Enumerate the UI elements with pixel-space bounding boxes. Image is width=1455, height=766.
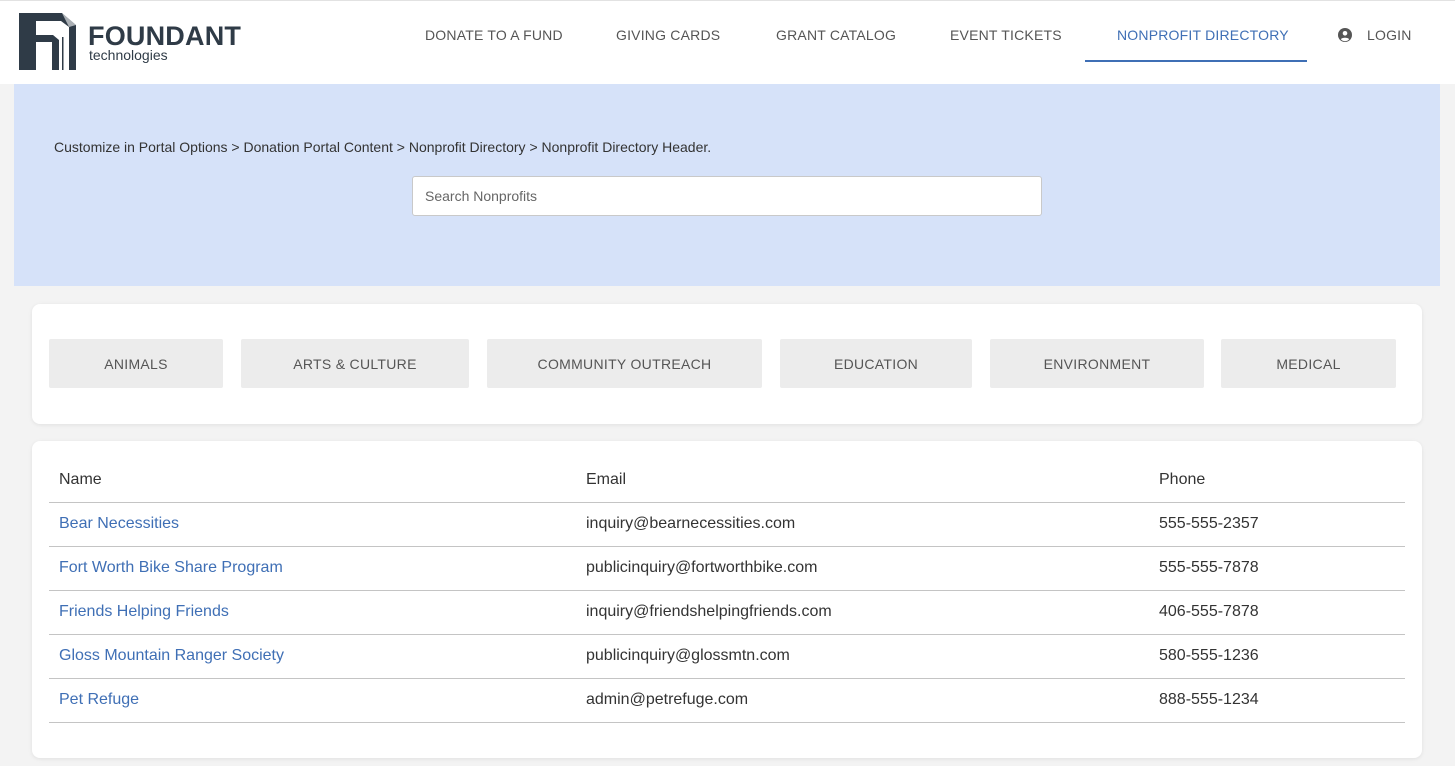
directory-header: Customize in Portal Options > Donation P… bbox=[14, 84, 1440, 286]
nonprofit-name-cell: Fort Worth Bike Share Program bbox=[49, 546, 576, 591]
table-row: Friends Helping Friends inquiry@friendsh… bbox=[49, 590, 1405, 635]
category-animals-button[interactable]: ANIMALS bbox=[49, 339, 223, 388]
email-cell: publicinquiry@fortworthbike.com bbox=[576, 546, 1149, 591]
nonprofit-link[interactable]: Friends Helping Friends bbox=[59, 603, 229, 620]
main-nav: DONATE TO A FUND GIVING CARDS GRANT CATA… bbox=[0, 1, 1455, 85]
email-cell: inquiry@bearnecessities.com bbox=[576, 502, 1149, 547]
nonprofit-name-cell: Bear Necessities bbox=[49, 502, 576, 547]
phone-cell: 555-555-7878 bbox=[1149, 546, 1405, 591]
table-row: Fort Worth Bike Share Program publicinqu… bbox=[49, 546, 1405, 591]
column-header-phone[interactable]: Phone bbox=[1149, 458, 1405, 503]
nonprofit-link[interactable]: Gloss Mountain Ranger Society bbox=[59, 647, 284, 664]
email-cell: inquiry@friendshelpingfriends.com bbox=[576, 590, 1149, 635]
email-cell: admin@petrefuge.com bbox=[576, 678, 1149, 723]
active-tab-indicator bbox=[1085, 60, 1307, 62]
category-environment-button[interactable]: ENVIRONMENT bbox=[990, 339, 1204, 388]
login-label: LOGIN bbox=[1367, 27, 1412, 43]
nonprofit-table: Name Email Phone Bear Necessities inquir… bbox=[49, 458, 1405, 723]
nav-donate-to-a-fund[interactable]: DONATE TO A FUND bbox=[425, 27, 563, 47]
phone-cell: 580-555-1236 bbox=[1149, 634, 1405, 679]
nonprofit-name-cell: Gloss Mountain Ranger Society bbox=[49, 634, 576, 679]
email-cell: publicinquiry@glossmtn.com bbox=[576, 634, 1149, 679]
nav-giving-cards[interactable]: GIVING CARDS bbox=[616, 27, 720, 47]
nonprofit-link[interactable]: Pet Refuge bbox=[59, 691, 139, 708]
nav-event-tickets[interactable]: EVENT TICKETS bbox=[950, 27, 1062, 47]
category-arts-culture-button[interactable]: ARTS & CULTURE bbox=[241, 339, 469, 388]
table-row: Bear Necessities inquiry@bearnecessities… bbox=[49, 502, 1405, 547]
phone-cell: 406-555-7878 bbox=[1149, 590, 1405, 635]
nav-nonprofit-directory[interactable]: NONPROFIT DIRECTORY bbox=[1117, 27, 1289, 47]
nonprofit-link[interactable]: Bear Necessities bbox=[59, 515, 179, 532]
column-header-email[interactable]: Email bbox=[576, 458, 1149, 503]
column-header-name[interactable]: Name bbox=[49, 458, 576, 503]
header-instructions: Customize in Portal Options > Donation P… bbox=[54, 139, 712, 155]
category-filter-card: ANIMALS ARTS & CULTURE COMMUNITY OUTREAC… bbox=[32, 304, 1422, 424]
category-community-outreach-button[interactable]: COMMUNITY OUTREACH bbox=[487, 339, 762, 388]
top-header: FOUNDANT technologies DONATE TO A FUND G… bbox=[0, 0, 1455, 84]
table-row: Pet Refuge admin@petrefuge.com 888-555-1… bbox=[49, 678, 1405, 723]
search-nonprofits-input[interactable] bbox=[412, 176, 1042, 216]
nonprofit-name-cell: Pet Refuge bbox=[49, 678, 576, 723]
nonprofit-link[interactable]: Fort Worth Bike Share Program bbox=[59, 559, 283, 576]
category-medical-button[interactable]: MEDICAL bbox=[1221, 339, 1396, 388]
table-row: Gloss Mountain Ranger Society publicinqu… bbox=[49, 634, 1405, 679]
phone-cell: 555-555-2357 bbox=[1149, 502, 1405, 547]
table-header-row: Name Email Phone bbox=[49, 458, 1405, 503]
nonprofit-table-card: Name Email Phone Bear Necessities inquir… bbox=[32, 441, 1422, 758]
phone-cell: 888-555-1234 bbox=[1149, 678, 1405, 723]
nav-grant-catalog[interactable]: GRANT CATALOG bbox=[776, 27, 896, 47]
user-circle-icon bbox=[1338, 28, 1352, 42]
category-education-button[interactable]: EDUCATION bbox=[780, 339, 972, 388]
nonprofit-name-cell: Friends Helping Friends bbox=[49, 590, 576, 635]
